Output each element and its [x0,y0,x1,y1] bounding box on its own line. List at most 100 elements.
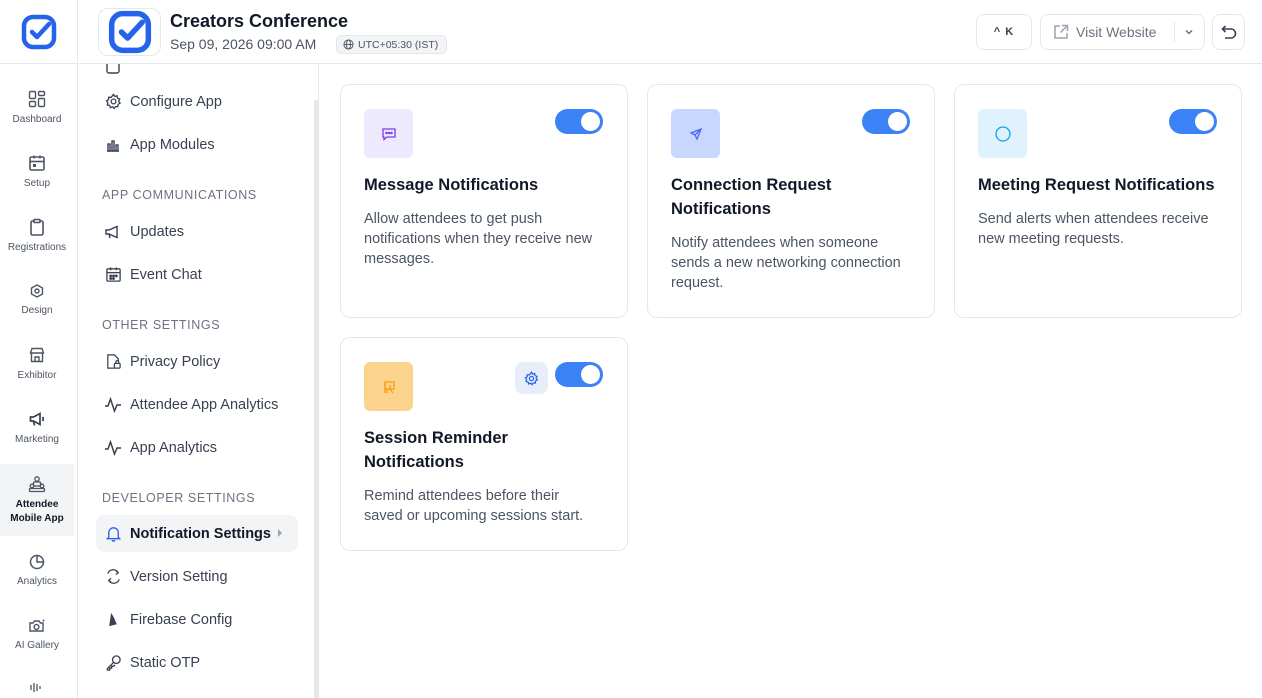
visit-website-label: Visit Website [1076,24,1157,40]
sidebar-item-attendee-app-analytics[interactable]: Attendee App Analytics [96,386,298,423]
gear-icon [524,370,539,386]
bar-chart-icon [104,136,122,154]
audio-wave-icon [30,683,41,692]
gear-icon [104,93,122,111]
rail-item-attendee-mobile-app[interactable]: Attendee Mobile App [0,464,74,536]
sidebar-item-partial[interactable] [96,64,298,85]
event-logo-icon [108,10,151,54]
people-icon [28,475,46,492]
rail-item-marketing[interactable]: Marketing [0,400,74,456]
pie-chart-icon [29,554,45,569]
sidebar-item-label: Firebase Config [130,611,233,628]
settings-sidebar: Configure App App Modules APP COMMUNICAT… [79,64,319,698]
connection-request-notifications-toggle[interactable] [862,109,910,134]
rail-label: Design [21,304,53,316]
grid-icon [28,90,46,107]
card-title: Message Notifications [364,176,539,194]
activity-icon [104,396,122,414]
app-logo[interactable] [0,0,77,64]
card-title: Session Reminder Notifications [364,429,508,471]
activity-icon [104,439,122,457]
section-heading-other-settings: OTHER SETTINGS [102,318,221,332]
sidebar-item-version-setting[interactable]: Version Setting [96,558,298,595]
calendar-icon [29,155,45,171]
sidebar-item-label: App Modules [130,136,215,153]
section-heading-app-communications: APP COMMUNICATIONS [102,188,257,202]
card-title: Meeting Request Notifications [978,176,1215,194]
app-icon [104,64,122,76]
refresh-icon [104,568,122,586]
sidebar-item-label: Attendee App Analytics [130,396,279,413]
palette-icon [30,283,44,298]
rail-item-exhibitor[interactable]: Exhibitor [0,336,74,392]
sidebar-item-configure-app[interactable]: Configure App [96,83,298,120]
rail-item-setup[interactable]: Setup [0,144,74,200]
card-description: Notify attendees when someone sends a ne… [671,235,901,291]
card-description: Allow attendees to get push notification… [364,211,593,267]
sidebar-item-event-chat[interactable]: Event Chat [96,256,298,293]
chevron-down-icon [1185,29,1193,35]
clipboard-icon [30,218,44,236]
message-notifications-toggle[interactable] [555,109,603,134]
brand-logo-icon [21,14,56,49]
rail-item-analytics[interactable]: Analytics [0,543,74,599]
sidebar-item-label: Version Setting [130,568,228,585]
rail-label: AI Gallery [15,639,59,651]
divider [1174,22,1175,42]
external-link-icon [1054,24,1069,39]
undo-icon [1220,25,1236,39]
circle-icon [978,109,1027,158]
rail-label: Dashboard [12,113,62,125]
app-rail: Dashboard Setup Registrations Design Exh… [0,0,78,698]
rail-item-more[interactable] [0,676,74,698]
rail-label: Setup [23,177,51,189]
megaphone-icon [104,223,122,241]
rail-item-registrations[interactable]: Registrations [0,208,74,264]
caret-right-icon [278,529,282,537]
rail-item-ai-gallery[interactable]: AI Gallery [0,607,74,663]
globe-icon [343,39,354,50]
notification-card-meeting-request: Meeting Request Notifications Send alert… [954,84,1242,318]
notification-card-connection-request: Connection Request Notifications Notify … [647,84,935,318]
sidebar-item-label: Updates [130,223,185,240]
rail-item-dashboard[interactable]: Dashboard [0,80,74,136]
notification-card-message: Message Notifications Allow attendees to… [340,84,628,318]
shortcut-label: ^ K [993,26,1015,38]
sidebar-item-firebase-config[interactable]: Firebase Config [96,601,298,638]
card-description: Remind attendees before their saved or u… [364,488,584,524]
rail-item-design[interactable]: Design [0,272,74,328]
session-reminder-settings-button[interactable] [515,362,548,394]
sidebar-item-app-modules[interactable]: App Modules [96,126,298,163]
sidebar-item-label: Configure App [130,93,222,110]
meeting-request-notifications-toggle[interactable] [1169,109,1217,134]
send-icon [671,109,720,158]
section-heading-developer-settings: DEVELOPER SETTINGS [102,491,256,505]
undo-button[interactable] [1212,14,1245,50]
sidebar-item-notification-settings[interactable]: Notification Settings [96,515,298,552]
store-icon [29,347,45,362]
sidebar-item-privacy-policy[interactable]: Privacy Policy [96,343,298,380]
command-shortcut-button[interactable]: ^ K [976,14,1032,50]
sidebar-item-label: Privacy Policy [130,353,221,370]
bell-icon [104,525,122,543]
rail-label: Registrations [7,241,67,253]
calendar-icon [104,266,122,284]
session-reminder-notifications-toggle[interactable] [555,362,603,387]
sidebar-item-app-analytics[interactable]: App Analytics [96,429,298,466]
key-icon [104,654,122,672]
presentation-icon [364,362,413,411]
sidebar-scrollbar[interactable] [314,100,318,698]
event-title: Creators Conference [170,11,349,31]
card-description: Send alerts when attendees receive new m… [978,211,1209,247]
sidebar-item-updates[interactable]: Updates [96,213,298,250]
file-lock-icon [104,353,122,371]
megaphone-icon [29,411,45,426]
sidebar-item-label: Static OTP [130,654,201,671]
top-header: Creators Conference Sep 09, 2026 09:00 A… [79,0,1262,64]
card-title: Connection Request Notifications [671,176,832,218]
event-logo[interactable] [98,8,161,56]
visit-website-button[interactable]: Visit Website [1040,14,1205,50]
rail-label: Attendee Mobile App [10,498,64,524]
sidebar-item-static-otp[interactable]: Static OTP [96,644,298,681]
timezone-text: UTC+05:30 (IST) [358,38,439,51]
